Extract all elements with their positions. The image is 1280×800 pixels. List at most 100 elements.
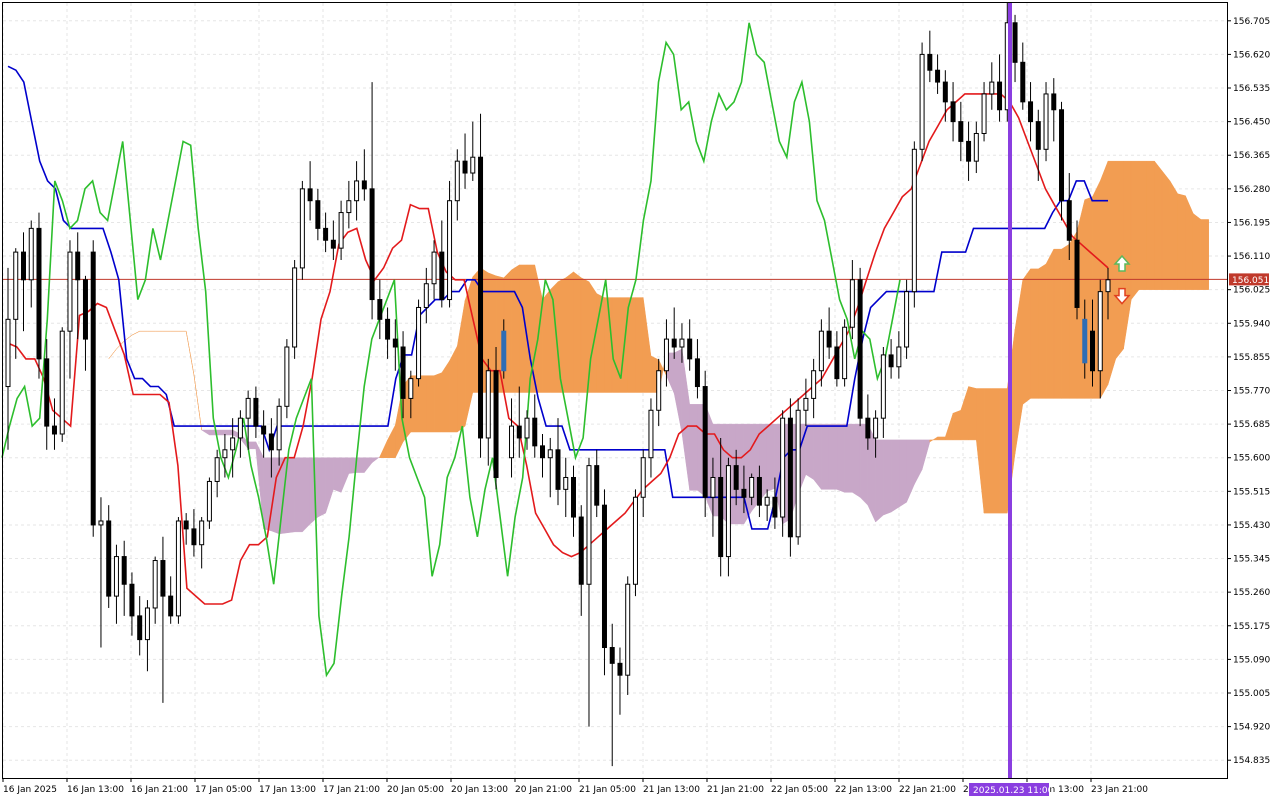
y-tick-label: 155.600	[1233, 454, 1270, 464]
cloud-segment	[433, 372, 443, 433]
candle-body	[493, 370, 499, 478]
candle-body	[1051, 93, 1057, 111]
current-price-label: 156.051	[1229, 273, 1269, 286]
cloud-segment	[1161, 170, 1171, 290]
candle-body	[989, 81, 995, 95]
x-tick-label: 23 Jan 21:00	[1091, 785, 1148, 795]
y-tick-label: 156.110	[1233, 252, 1270, 262]
cloud-segment	[449, 345, 458, 433]
candle-body	[330, 239, 336, 249]
cloud-segment	[1022, 268, 1031, 405]
candle-body	[416, 306, 422, 380]
candle-body	[865, 417, 871, 439]
current-price-value: 156.051	[1232, 276, 1269, 286]
cloud-segment	[271, 457, 280, 535]
candle-body	[75, 251, 81, 281]
cloud-segment	[867, 423, 876, 523]
cloud-segment	[1177, 193, 1186, 290]
candle-body	[253, 397, 259, 427]
x-tick-label: 16 Jan 21:00	[131, 785, 188, 795]
candle-body	[1066, 200, 1072, 241]
candle-body	[369, 188, 375, 301]
cloud-segment	[1045, 249, 1055, 399]
cursor-time-value: 2025.01.23 11:00	[973, 786, 1054, 796]
candle-body	[377, 299, 383, 320]
cloud-segment	[937, 436, 946, 441]
y-tick-label: 155.685	[1233, 420, 1270, 430]
candle-body	[1082, 318, 1088, 364]
candle-body	[28, 227, 34, 281]
candle-body	[44, 358, 50, 427]
candle-body	[563, 476, 569, 490]
cloud-segment	[565, 271, 574, 393]
candle-body	[663, 338, 669, 372]
cloud-segment	[952, 409, 962, 441]
candle-body	[408, 378, 414, 399]
candle-body	[888, 354, 894, 368]
candle-body	[67, 251, 73, 332]
cloud-segment	[844, 423, 853, 493]
x-tick-label: 20 Jan 13:00	[451, 785, 508, 795]
candle-body	[214, 457, 220, 482]
candle-body	[230, 437, 236, 451]
candle-body	[470, 156, 476, 174]
candle-body	[245, 397, 251, 419]
cloud-segment	[611, 297, 621, 393]
cursor-time-label: 2025.01.23 11:00	[969, 783, 1054, 796]
cloud-segment	[983, 388, 993, 514]
y-tick-label: 156.620	[1233, 50, 1270, 60]
cloud-segment	[1154, 160, 1163, 290]
candle-body	[400, 346, 406, 399]
cloud-segment	[1053, 248, 1062, 399]
candle-body	[570, 476, 576, 518]
candle	[284, 339, 290, 419]
candle	[206, 477, 212, 529]
candle-body	[106, 520, 112, 597]
cloud-segment	[627, 297, 636, 393]
candle-body	[718, 476, 724, 558]
candle-body	[323, 227, 329, 241]
candle-body	[113, 556, 119, 597]
candle-body	[392, 338, 398, 348]
candle-body	[981, 93, 987, 134]
candle-body	[307, 188, 313, 202]
cloud-segment	[968, 386, 977, 441]
candle-body	[524, 417, 530, 439]
candle-body	[834, 346, 840, 380]
candle-body	[292, 267, 298, 348]
candle-body	[756, 476, 762, 506]
candle-body	[904, 291, 910, 348]
candle-body	[20, 251, 26, 281]
candle-body	[958, 121, 964, 142]
cloud-segment	[224, 429, 233, 436]
candle-body	[632, 496, 638, 585]
cloud-segment	[836, 423, 845, 493]
y-tick-label: 156.025	[1233, 286, 1270, 296]
candle-body	[586, 465, 592, 585]
candle-body	[1097, 291, 1103, 372]
cloud-segment	[573, 271, 582, 393]
candle-body	[919, 53, 925, 150]
y-tick-label: 156.280	[1233, 185, 1270, 195]
cloud-segment	[890, 439, 900, 513]
cloud-segment	[1030, 268, 1039, 399]
candle-body	[206, 480, 212, 522]
y-tick-label: 154.920	[1233, 723, 1270, 733]
cloud-segment	[1130, 160, 1140, 301]
candle-body	[447, 200, 453, 301]
candle-body	[896, 346, 902, 368]
candle-body	[966, 140, 972, 162]
cloud-segment	[821, 423, 830, 490]
candle-body	[818, 330, 824, 372]
cloud-segment	[898, 439, 907, 508]
x-tick-label: 22 Jan 13:00	[835, 785, 892, 795]
cloud-segment	[1107, 160, 1116, 385]
candle-body	[935, 69, 941, 83]
candle	[175, 517, 181, 624]
candle-body	[997, 81, 1003, 111]
cloud-segment	[635, 297, 644, 393]
y-tick-label: 156.365	[1233, 151, 1270, 161]
x-tick-label: 16 Jan 13:00	[67, 785, 124, 795]
candle-body	[191, 528, 197, 546]
y-tick-label: 155.345	[1233, 555, 1270, 565]
